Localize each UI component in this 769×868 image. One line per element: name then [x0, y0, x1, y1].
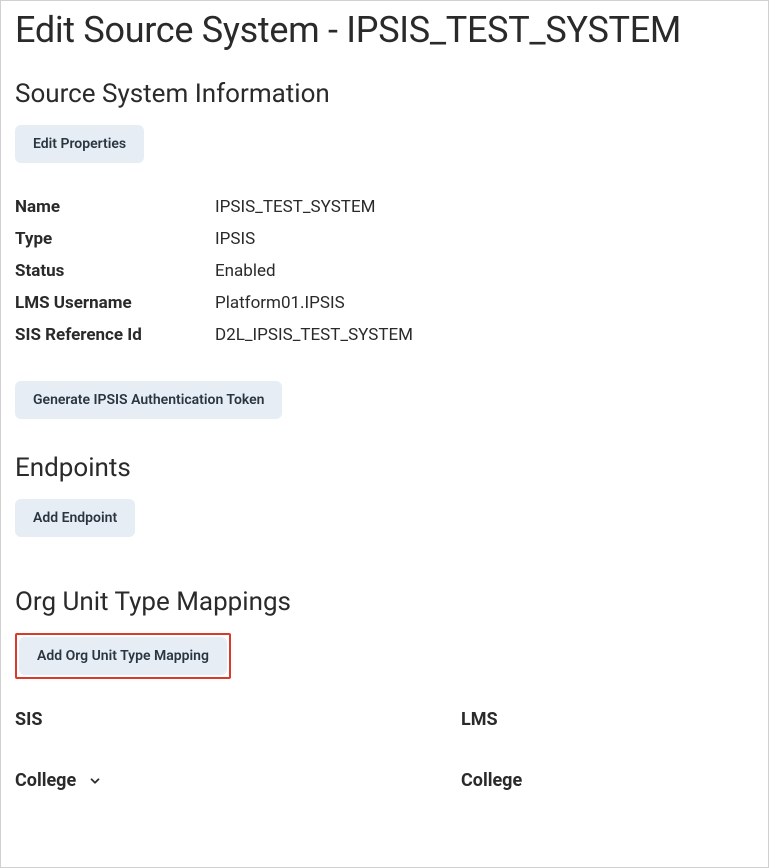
generate-ipsis-token-button[interactable]: Generate IPSIS Authentication Token: [15, 381, 282, 419]
info-value: Enabled: [215, 261, 276, 281]
info-value: D2L_IPSIS_TEST_SYSTEM: [215, 325, 413, 345]
info-label: SIS Reference Id: [15, 325, 215, 345]
mapping-sis-value: College: [15, 770, 76, 791]
info-row-lms-username: LMS Username Platform01.IPSIS: [15, 287, 754, 319]
add-org-unit-type-mapping-button[interactable]: Add Org Unit Type Mapping: [19, 637, 227, 675]
info-row-status: Status Enabled: [15, 255, 754, 287]
info-value: IPSIS_TEST_SYSTEM: [215, 197, 375, 217]
mapping-cell-lms: College: [461, 770, 522, 791]
info-label: Name: [15, 197, 215, 217]
mapping-row: College College: [15, 770, 754, 791]
mapping-header-lms: LMS: [461, 709, 498, 730]
info-row-name: Name IPSIS_TEST_SYSTEM: [15, 191, 754, 223]
info-label: Type: [15, 229, 215, 249]
source-system-info-heading: Source System Information: [15, 79, 754, 109]
add-endpoint-button[interactable]: Add Endpoint: [15, 499, 135, 537]
source-info-grid: Name IPSIS_TEST_SYSTEM Type IPSIS Status…: [15, 191, 754, 351]
mapping-lms-value: College: [461, 770, 522, 791]
add-mapping-highlight: Add Org Unit Type Mapping: [15, 633, 231, 679]
info-value: Platform01.IPSIS: [215, 293, 345, 313]
endpoints-heading: Endpoints: [15, 453, 754, 483]
info-row-type: Type IPSIS: [15, 223, 754, 255]
mapping-header-sis: SIS: [15, 709, 461, 730]
page-title: Edit Source System - IPSIS_TEST_SYSTEM: [15, 9, 754, 51]
mapping-headers: SIS LMS: [15, 709, 754, 730]
info-row-sis-reference-id: SIS Reference Id D2L_IPSIS_TEST_SYSTEM: [15, 319, 754, 351]
mapping-cell-sis[interactable]: College: [15, 770, 461, 791]
org-unit-type-mappings-heading: Org Unit Type Mappings: [15, 587, 754, 617]
edit-properties-button[interactable]: Edit Properties: [15, 125, 144, 163]
chevron-down-icon: [88, 774, 102, 788]
info-value: IPSIS: [215, 229, 255, 249]
info-label: LMS Username: [15, 293, 215, 313]
info-label: Status: [15, 261, 215, 281]
